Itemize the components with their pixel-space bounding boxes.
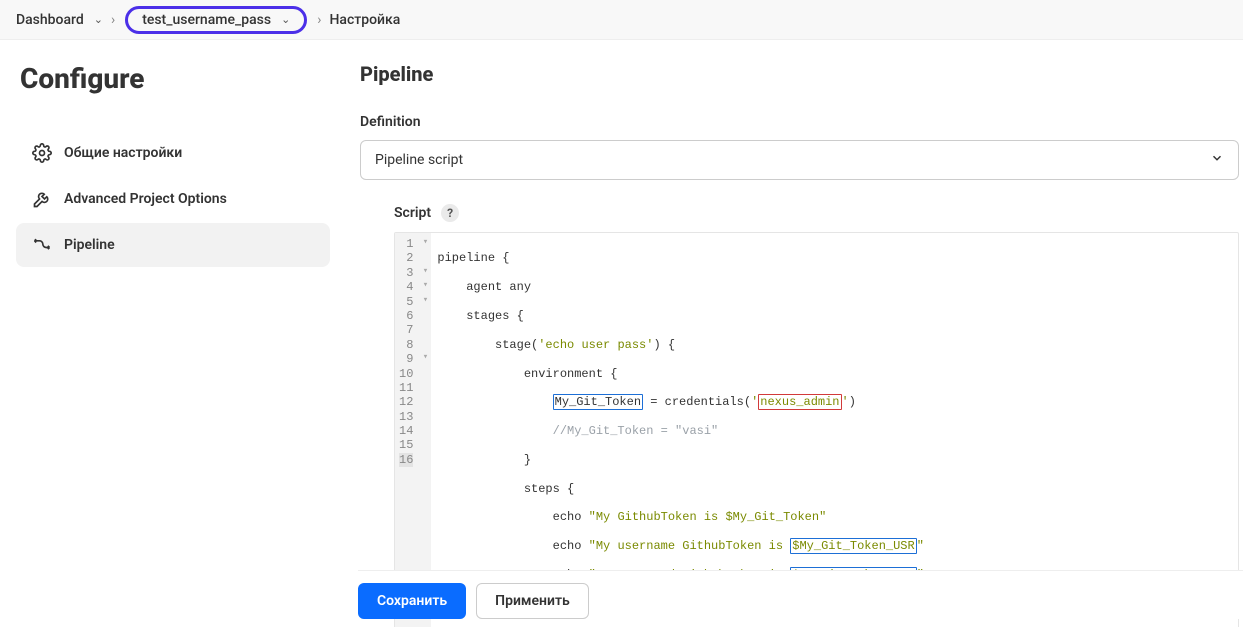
editor-gutter: 1234 5678 9101112 13141516 (395, 233, 419, 627)
highlight-usr: $My_Git_Token_USR (790, 538, 916, 554)
breadcrumb-separator: › (111, 12, 115, 28)
breadcrumb-label: test_username_pass (142, 12, 271, 28)
highlight-cred: nexus_admin (758, 394, 841, 410)
definition-label: Definition (360, 114, 1243, 130)
editor-fold-column: ▾▾▾ ▾ ▾ (419, 233, 431, 627)
content: Pipeline Definition Pipeline script Scri… (340, 40, 1243, 627)
sidebar-item-advanced[interactable]: Advanced Project Options (16, 177, 330, 221)
page-title: Configure (20, 62, 330, 95)
sidebar-item-label: Общие настройки (64, 145, 182, 161)
save-button[interactable]: Сохранить (358, 583, 466, 619)
breadcrumb-page[interactable]: Настройка (330, 12, 401, 28)
highlight-var: My_Git_Token (553, 394, 643, 410)
wrench-icon (32, 189, 52, 209)
chevron-down-icon (1210, 151, 1224, 169)
apply-button[interactable]: Применить (476, 583, 589, 619)
breadcrumb: Dashboard ⌄ › test_username_pass ⌄ › Нас… (0, 0, 1243, 40)
section-heading: Pipeline (360, 62, 1243, 86)
script-label: Script (394, 205, 431, 221)
sidebar-item-label: Pipeline (64, 237, 115, 253)
help-icon[interactable]: ? (441, 204, 459, 222)
breadcrumb-separator: › (317, 12, 321, 28)
script-editor[interactable]: 1234 5678 9101112 13141516 ▾▾▾ ▾ ▾ pipel… (394, 232, 1239, 627)
chevron-down-icon: ⌄ (94, 13, 103, 26)
breadcrumb-label: Настройка (330, 12, 401, 28)
gear-icon (32, 143, 52, 163)
chevron-down-icon: ⌄ (281, 13, 290, 26)
breadcrumb-label: Dashboard (16, 12, 84, 28)
button-label: Применить (495, 593, 570, 609)
pipeline-icon (32, 235, 52, 255)
footer-actions: Сохранить Применить (358, 570, 1243, 619)
sidebar: Configure Общие настройки Advanced Proje… (0, 40, 340, 627)
breadcrumb-dashboard[interactable]: Dashboard ⌄ (16, 12, 103, 28)
button-label: Сохранить (377, 593, 447, 609)
sidebar-item-label: Advanced Project Options (64, 191, 227, 207)
breadcrumb-job[interactable]: test_username_pass ⌄ (125, 6, 307, 34)
sidebar-item-general[interactable]: Общие настройки (16, 131, 330, 175)
definition-value: Pipeline script (375, 152, 463, 168)
definition-select[interactable]: Pipeline script (360, 140, 1239, 180)
editor-code[interactable]: pipeline { agent any stages { stage('ech… (431, 233, 1238, 627)
sidebar-item-pipeline[interactable]: Pipeline (16, 223, 330, 267)
